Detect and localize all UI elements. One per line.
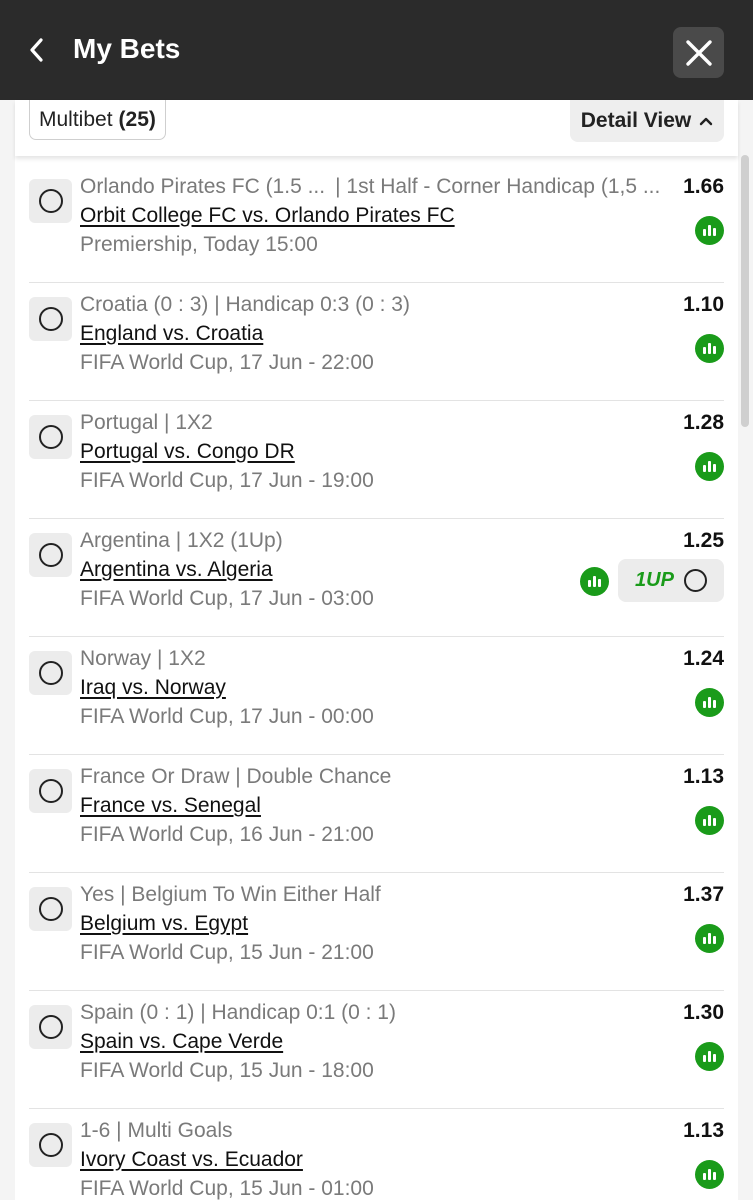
- bet-selection: Norway | 1X2: [80, 647, 206, 670]
- detail-view-label: Detail View: [580, 109, 692, 132]
- bet-info: FIFA World Cup, 17 Jun - 22:00: [80, 351, 374, 374]
- radio-icon: [38, 425, 63, 449]
- bet-row: Spain (0 : 1) | Handicap 0:1 (0 : 1) Spa…: [29, 991, 724, 1109]
- bet-odds: 1.37: [683, 883, 724, 906]
- bet-info: FIFA World Cup, 15 Jun - 21:00: [80, 941, 374, 964]
- stats-icon[interactable]: [695, 1160, 724, 1189]
- detail-view-toggle[interactable]: Detail View: [570, 100, 724, 142]
- select-radio[interactable]: [29, 179, 72, 223]
- bet-odds: 1.24: [683, 647, 724, 670]
- bet-selection: Yes | Belgium To Win Either Half: [80, 883, 381, 906]
- bet-match-link[interactable]: England vs. Croatia: [80, 320, 263, 348]
- bets-toolbar: Multibet (25) Detail View: [15, 100, 738, 156]
- tab-multibet[interactable]: Multibet (25): [29, 100, 166, 140]
- select-radio[interactable]: [29, 533, 72, 577]
- chevron-left-icon: [30, 38, 43, 62]
- oneup-label: 1UP: [635, 569, 674, 591]
- radio-icon: [38, 307, 63, 331]
- stats-icon[interactable]: [695, 334, 724, 363]
- bet-info: FIFA World Cup, 17 Jun - 03:00: [80, 587, 374, 610]
- radio-icon: [38, 1133, 63, 1157]
- bet-selection: Croatia (0 : 3) | Handicap 0:3 (0 : 3): [80, 293, 410, 316]
- bet-odds: 1.10: [683, 293, 724, 316]
- bet-match-link[interactable]: Iraq vs. Norway: [80, 674, 226, 702]
- bet-info: FIFA World Cup, 17 Jun - 19:00: [80, 469, 374, 492]
- select-radio[interactable]: [29, 769, 72, 813]
- oneup-toggle[interactable]: 1UP: [618, 559, 724, 602]
- stats-icon[interactable]: [695, 1042, 724, 1071]
- stats-icon[interactable]: [695, 688, 724, 717]
- bet-selection-team: Orlando Pirates FC (1.5 ...: [80, 175, 326, 198]
- bet-odds: 1.66: [683, 175, 724, 198]
- chevron-up-icon: [700, 117, 713, 126]
- select-radio[interactable]: [29, 651, 72, 695]
- radio-icon: [683, 569, 707, 592]
- radio-icon: [38, 189, 63, 213]
- page-title: My Bets: [73, 33, 181, 64]
- bet-match-link[interactable]: Argentina vs. Algeria: [80, 556, 273, 584]
- radio-icon: [38, 779, 63, 803]
- bet-info: FIFA World Cup, 16 Jun - 21:00: [80, 823, 374, 846]
- bet-match-link[interactable]: Spain vs. Cape Verde: [80, 1028, 283, 1056]
- bet-row: Argentina | 1X2 (1Up) Argentina vs. Alge…: [29, 519, 724, 637]
- bet-selection: Portugal | 1X2: [80, 411, 213, 434]
- stats-icon[interactable]: [695, 452, 724, 481]
- stats-icon[interactable]: [580, 567, 609, 596]
- bet-odds: 1.25: [683, 529, 724, 552]
- back-button[interactable]: [20, 30, 54, 70]
- select-radio[interactable]: [29, 1123, 72, 1167]
- bet-row: Portugal | 1X2 Portugal vs. Congo DR FIF…: [29, 401, 724, 519]
- bet-row: 1-6 | Multi Goals Ivory Coast vs. Ecuado…: [29, 1109, 724, 1200]
- bet-selection: 1-6 | Multi Goals: [80, 1119, 233, 1142]
- bet-row: Orlando Pirates FC (1.5 ... | 1st Half -…: [29, 165, 724, 283]
- bet-info: FIFA World Cup, 15 Jun - 01:00: [80, 1177, 374, 1200]
- bet-info: Premiership, Today 15:00: [80, 233, 318, 256]
- scrollbar[interactable]: [741, 155, 749, 427]
- bet-selection: Spain (0 : 1) | Handicap 0:1 (0 : 1): [80, 1001, 396, 1024]
- select-radio[interactable]: [29, 297, 72, 341]
- stats-icon[interactable]: [695, 216, 724, 245]
- radio-icon: [38, 897, 63, 921]
- bets-panel: Multibet (25) Detail View Orlando Pirate…: [15, 100, 738, 1200]
- close-icon: [685, 39, 712, 66]
- bet-info: FIFA World Cup, 17 Jun - 00:00: [80, 705, 374, 728]
- select-radio[interactable]: [29, 415, 72, 459]
- radio-icon: [38, 661, 63, 685]
- bet-odds: 1.13: [683, 765, 724, 788]
- bet-info: FIFA World Cup, 15 Jun - 18:00: [80, 1059, 374, 1082]
- stats-icon[interactable]: [695, 924, 724, 953]
- tab-multibet-count: (25): [118, 107, 156, 131]
- bet-selection: France Or Draw | Double Chance: [80, 765, 392, 788]
- bet-odds: 1.28: [683, 411, 724, 434]
- bet-selection: Argentina | 1X2 (1Up): [80, 529, 283, 552]
- bet-odds: 1.13: [683, 1119, 724, 1142]
- radio-icon: [38, 1015, 63, 1039]
- select-radio[interactable]: [29, 1005, 72, 1049]
- bet-row: Yes | Belgium To Win Either Half Belgium…: [29, 873, 724, 991]
- app-header: My Bets: [0, 0, 753, 100]
- tab-multibet-label: Multibet: [39, 107, 113, 131]
- bet-selection: Orlando Pirates FC (1.5 ... | 1st Half -…: [80, 173, 666, 201]
- bet-odds: 1.30: [683, 1001, 724, 1024]
- stats-icon[interactable]: [695, 806, 724, 835]
- bet-list: Orlando Pirates FC (1.5 ... | 1st Half -…: [15, 165, 738, 1200]
- radio-icon: [38, 543, 63, 567]
- bet-selection-market: | 1st Half - Corner Handicap (1,5 ...: [335, 175, 661, 198]
- bet-match-link[interactable]: Portugal vs. Congo DR: [80, 438, 295, 466]
- bet-match-link[interactable]: France vs. Senegal: [80, 792, 261, 820]
- bet-match-link[interactable]: Orbit College FC vs. Orlando Pirates FC: [80, 202, 455, 230]
- close-button[interactable]: [673, 27, 724, 78]
- bet-row: Croatia (0 : 3) | Handicap 0:3 (0 : 3) E…: [29, 283, 724, 401]
- bet-match-link[interactable]: Belgium vs. Egypt: [80, 910, 248, 938]
- bet-row: Norway | 1X2 Iraq vs. Norway FIFA World …: [29, 637, 724, 755]
- bet-match-link[interactable]: Ivory Coast vs. Ecuador: [80, 1146, 303, 1174]
- bet-row: France Or Draw | Double Chance France vs…: [29, 755, 724, 873]
- select-radio[interactable]: [29, 887, 72, 931]
